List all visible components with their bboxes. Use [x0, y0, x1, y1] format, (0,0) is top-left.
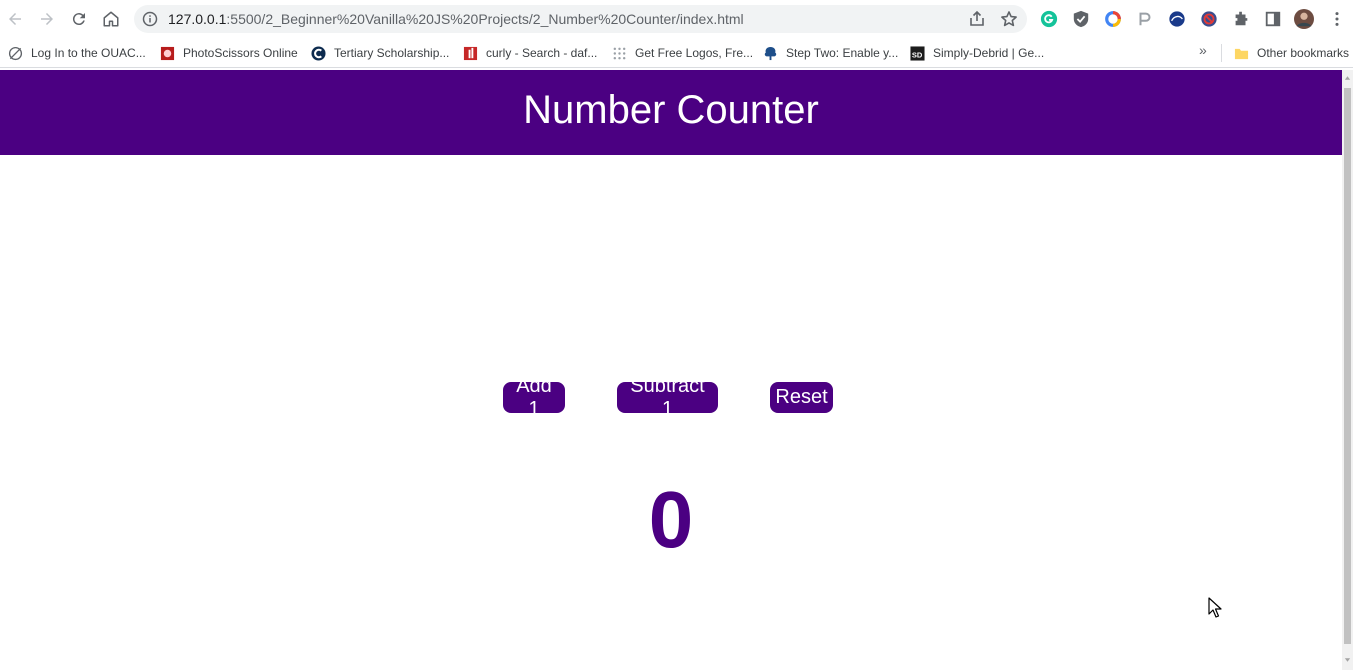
home-button[interactable] [99, 7, 123, 31]
bookmark-simply-debrid[interactable]: SD Simply-Debrid | Ge... [909, 43, 1044, 63]
vertical-scrollbar[interactable] [1342, 70, 1353, 670]
scroll-down-arrow-icon[interactable] [1344, 656, 1351, 664]
url-text[interactable]: 127.0.0.1:5500/2_Beginner%20Vanilla%20JS… [168, 11, 744, 27]
bookmarks-bar: Log In to the OUAC... PhotoScissors Onli… [0, 38, 1353, 68]
bookmark-ouac[interactable]: Log In to the OUAC... [7, 43, 146, 63]
bookmark-photoscissors[interactable]: PhotoScissors Online [159, 43, 298, 63]
bookmark-label: Step Two: Enable y... [786, 46, 899, 60]
bookmark-curly[interactable]: curly - Search - daf... [462, 43, 597, 63]
bookmark-label: Tertiary Scholarship... [334, 46, 450, 60]
tree-icon [762, 45, 778, 61]
grid-dots-icon [611, 45, 627, 61]
bookmark-tertiary[interactable]: Tertiary Scholarship... [310, 43, 449, 63]
grammarly-icon [1040, 10, 1058, 28]
reload-button[interactable] [67, 7, 91, 31]
c-logo-icon [310, 45, 326, 61]
sphere-extension[interactable] [1167, 9, 1187, 29]
page-title: Number Counter [523, 88, 819, 132]
site-header: Number Counter [0, 70, 1342, 155]
bookmark-logos[interactable]: Get Free Logos, Fre... [611, 43, 753, 63]
arrow-left-icon [9, 13, 21, 25]
star-icon[interactable] [1000, 10, 1018, 28]
mouse-cursor-icon [1208, 597, 1222, 618]
add-one-button[interactable]: Add 1 [503, 375, 565, 420]
bookmark-label: Get Free Logos, Fre... [635, 46, 754, 60]
other-bookmarks-label: Other bookmarks [1257, 46, 1350, 60]
kebab-menu-icon [1335, 12, 1339, 26]
ring-icon [1105, 11, 1121, 27]
sphere-icon [1169, 11, 1185, 27]
bookmark-label: Simply-Debrid | Ge... [933, 46, 1045, 60]
shield-icon [1073, 10, 1089, 28]
page-viewport: Number Counter Add 1 Subtract 1 Reset 0 [0, 70, 1342, 670]
url-host: 127.0.0.1 [168, 11, 227, 27]
info-icon[interactable] [142, 11, 158, 27]
bookmark-label: curly - Search - daf... [486, 46, 598, 60]
reset-button[interactable]: Reset [770, 382, 833, 413]
red-book-icon [462, 45, 478, 61]
more-bookmarks-chevron-icon[interactable]: » [1199, 42, 1215, 62]
profile-avatar[interactable] [1294, 9, 1314, 29]
counter-value: 0 [648, 475, 694, 564]
bookmarks-separator [1221, 44, 1222, 62]
forward-button[interactable] [35, 7, 59, 31]
reload-icon [72, 13, 85, 26]
arrow-right-icon [41, 13, 53, 25]
photoscissors-icon [159, 45, 175, 61]
scrollbar-thumb[interactable] [1344, 88, 1351, 644]
bookmark-label: PhotoScissors Online [183, 46, 298, 60]
sd-logo-icon: SD [909, 45, 925, 61]
share-icon[interactable] [968, 10, 986, 28]
blocker-extension[interactable] [1199, 9, 1219, 29]
browser-menu-button[interactable] [1327, 9, 1347, 29]
blocked-icon [1201, 11, 1217, 27]
scroll-up-arrow-icon[interactable] [1344, 74, 1351, 82]
puzzle-icon [1235, 11, 1248, 26]
back-button[interactable] [3, 7, 27, 31]
side-panel-icon [1265, 11, 1281, 27]
extensions-button[interactable] [1231, 9, 1251, 29]
side-panel-button[interactable] [1263, 9, 1283, 29]
grammarly-extension[interactable] [1039, 9, 1059, 29]
svg-text:SD: SD [911, 50, 922, 59]
avatar-icon [1294, 9, 1314, 29]
globe-slash-icon [7, 45, 23, 61]
home-icon [103, 11, 119, 27]
p-extension[interactable] [1135, 9, 1155, 29]
bookmark-label: Log In to the OUAC... [31, 46, 146, 60]
colorful-ring-extension[interactable] [1103, 9, 1123, 29]
shield-extension[interactable] [1071, 9, 1091, 29]
url-path: :5500/2_Beginner%20Vanilla%20JS%20Projec… [226, 11, 744, 27]
folder-icon [1233, 45, 1249, 61]
button-row: Add 1 Subtract 1 Reset [503, 375, 843, 420]
p-logo-icon [1139, 12, 1151, 26]
browser-toolbar: 127.0.0.1:5500/2_Beginner%20Vanilla%20JS… [0, 0, 1353, 38]
address-bar[interactable]: 127.0.0.1:5500/2_Beginner%20Vanilla%20JS… [134, 5, 1027, 33]
subtract-one-button[interactable]: Subtract 1 [617, 375, 718, 420]
other-bookmarks-folder[interactable]: Other bookmarks [1233, 43, 1349, 63]
bookmark-step-two[interactable]: Step Two: Enable y... [762, 43, 898, 63]
